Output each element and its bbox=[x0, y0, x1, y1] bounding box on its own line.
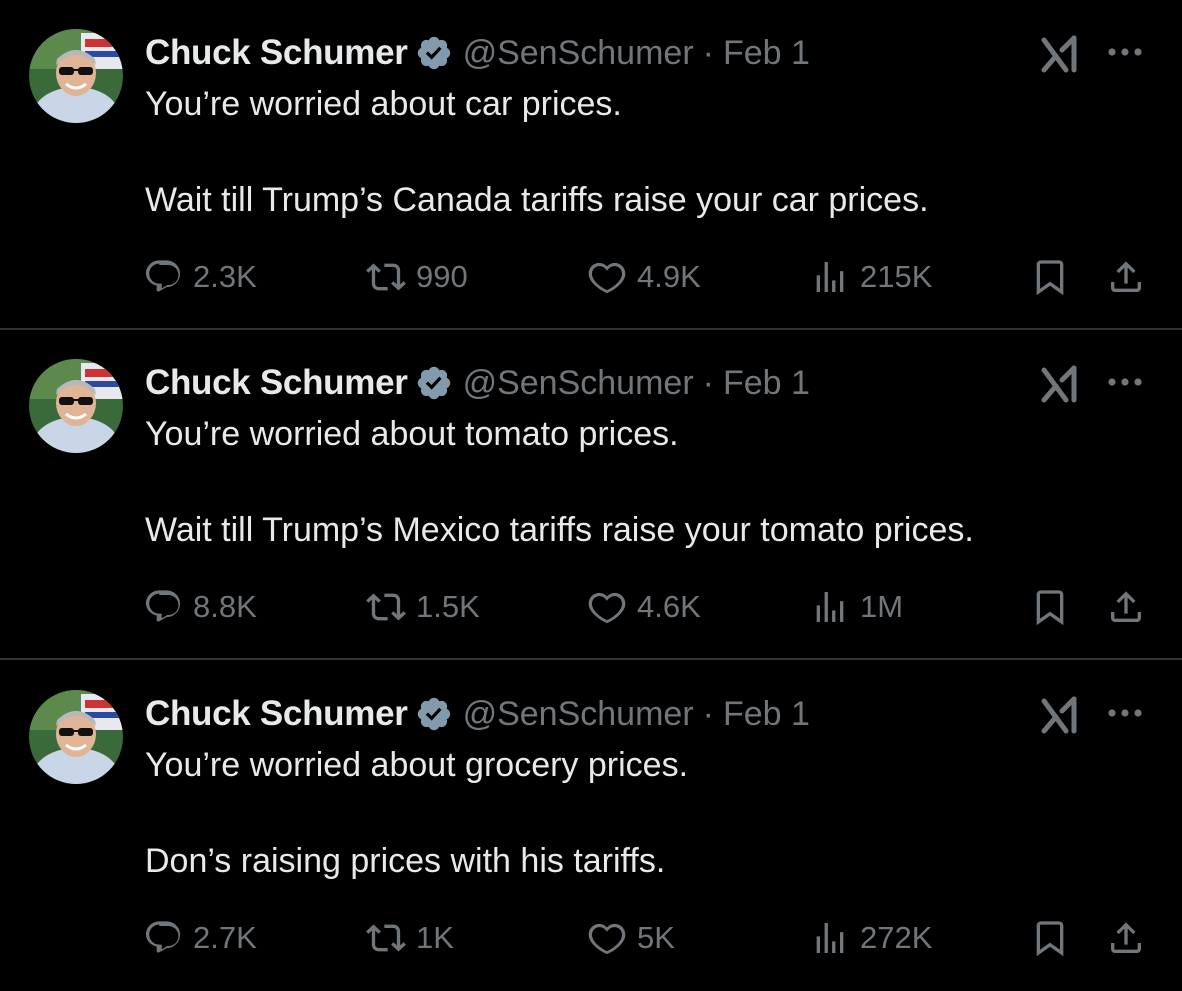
like-count: 5K bbox=[637, 920, 675, 955]
separator-dot: · bbox=[702, 363, 714, 402]
tweet[interactable]: Chuck Schumer @SenSchumer · Feb 1 You’re… bbox=[0, 661, 1182, 991]
avatar[interactable] bbox=[29, 359, 123, 453]
reply-count: 2.3K bbox=[193, 259, 257, 294]
tweet-date[interactable]: Feb 1 bbox=[723, 364, 810, 403]
author-handle[interactable]: @SenSchumer bbox=[463, 34, 694, 73]
reply-icon bbox=[145, 590, 181, 622]
reply-button[interactable]: 8.8K bbox=[143, 582, 257, 632]
more-options-icon[interactable] bbox=[1105, 45, 1145, 59]
like-icon bbox=[588, 592, 626, 624]
tweet-date[interactable]: Feb 1 bbox=[723, 695, 810, 734]
tweet-header: Chuck Schumer @SenSchumer · Feb 1 bbox=[145, 691, 810, 737]
share-button[interactable] bbox=[1106, 582, 1146, 632]
like-icon bbox=[588, 923, 626, 955]
tweet-actions: 2.3K 990 4.9K 215K bbox=[0, 252, 1182, 302]
bookmark-button[interactable] bbox=[1030, 252, 1070, 302]
verified-badge-icon bbox=[417, 366, 450, 400]
tweet-text-line: You’re worried about car prices. bbox=[145, 85, 622, 123]
verified-badge-icon bbox=[417, 697, 450, 731]
views-button[interactable]: 215K bbox=[810, 252, 932, 302]
tweet-date[interactable]: Feb 1 bbox=[723, 34, 810, 73]
repost-button[interactable]: 1.5K bbox=[366, 582, 480, 632]
reply-button[interactable]: 2.3K bbox=[143, 252, 257, 302]
reply-count: 2.7K bbox=[193, 920, 257, 955]
repost-count: 990 bbox=[416, 259, 468, 294]
view-count: 1M bbox=[860, 589, 904, 624]
more-options-icon[interactable] bbox=[1105, 375, 1145, 389]
reply-icon bbox=[145, 921, 181, 953]
reply-icon bbox=[145, 260, 181, 292]
like-button[interactable]: 5K bbox=[587, 913, 675, 963]
tweet-header: Chuck Schumer @SenSchumer · Feb 1 bbox=[145, 360, 810, 406]
repost-icon bbox=[366, 263, 406, 291]
reply-button[interactable]: 2.7K bbox=[143, 913, 257, 963]
tweet[interactable]: Chuck Schumer @SenSchumer · Feb 1 You’re… bbox=[0, 0, 1182, 330]
tweet-header: Chuck Schumer @SenSchumer · Feb 1 bbox=[145, 30, 810, 76]
bookmark-button[interactable] bbox=[1030, 913, 1070, 963]
grok-icon[interactable] bbox=[1040, 695, 1080, 735]
tweet-actions: 2.7K 1K 5K 272K bbox=[0, 913, 1182, 963]
tweet-text-line: You’re worried about grocery prices. bbox=[145, 746, 689, 784]
tweet-text-line: Wait till Trump’s Canada tariffs raise y… bbox=[145, 181, 929, 219]
tweet-text-line: Don’s raising prices with his tariffs. bbox=[145, 842, 666, 880]
grok-icon[interactable] bbox=[1040, 34, 1080, 74]
tweet-actions: 8.8K 1.5K 4.6K 1M bbox=[0, 582, 1182, 632]
views-button[interactable]: 272K bbox=[810, 913, 932, 963]
reply-count: 8.8K bbox=[193, 589, 257, 624]
views-icon bbox=[816, 923, 844, 953]
verified-badge-icon bbox=[417, 36, 450, 70]
view-count: 272K bbox=[860, 920, 933, 955]
more-options-icon[interactable] bbox=[1105, 706, 1145, 720]
repost-icon bbox=[366, 593, 406, 621]
avatar[interactable] bbox=[29, 29, 123, 123]
author-handle[interactable]: @SenSchumer bbox=[463, 364, 694, 403]
like-count: 4.6K bbox=[637, 589, 701, 624]
like-count: 4.9K bbox=[637, 259, 701, 294]
views-icon bbox=[816, 262, 844, 292]
tweet-text: You’re worried about car prices. Wait ti… bbox=[145, 82, 1142, 222]
repost-button[interactable]: 990 bbox=[366, 252, 468, 302]
author-name[interactable]: Chuck Schumer bbox=[145, 694, 408, 734]
author-name[interactable]: Chuck Schumer bbox=[145, 363, 408, 403]
bookmark-button[interactable] bbox=[1030, 582, 1070, 632]
repost-icon bbox=[366, 924, 406, 952]
tweet[interactable]: Chuck Schumer @SenSchumer · Feb 1 You’re… bbox=[0, 330, 1182, 660]
bookmark-icon bbox=[1036, 921, 1064, 957]
tweet-text-line: You’re worried about tomato prices. bbox=[145, 415, 679, 453]
share-icon bbox=[1111, 591, 1141, 622]
grok-icon[interactable] bbox=[1040, 364, 1080, 404]
repost-count: 1K bbox=[416, 920, 454, 955]
author-name[interactable]: Chuck Schumer bbox=[145, 33, 408, 73]
share-icon bbox=[1111, 261, 1141, 292]
like-icon bbox=[588, 262, 626, 294]
repost-button[interactable]: 1K bbox=[366, 913, 454, 963]
bookmark-icon bbox=[1036, 260, 1064, 296]
share-button[interactable] bbox=[1106, 252, 1146, 302]
views-icon bbox=[816, 592, 844, 622]
tweet-text-line: Wait till Trump’s Mexico tariffs raise y… bbox=[145, 511, 974, 549]
separator-dot: · bbox=[702, 33, 714, 72]
repost-count: 1.5K bbox=[416, 589, 480, 624]
avatar[interactable] bbox=[29, 690, 123, 784]
tweet-text: You’re worried about grocery prices. Don… bbox=[145, 743, 1142, 883]
like-button[interactable]: 4.6K bbox=[587, 582, 701, 632]
tweet-divider bbox=[0, 658, 1182, 660]
views-button[interactable]: 1M bbox=[810, 582, 903, 632]
author-handle[interactable]: @SenSchumer bbox=[463, 695, 694, 734]
share-icon bbox=[1111, 922, 1141, 953]
bookmark-icon bbox=[1036, 590, 1064, 626]
view-count: 215K bbox=[860, 259, 933, 294]
tweet-text: You’re worried about tomato prices. Wait… bbox=[145, 412, 1142, 552]
tweet-feed: Chuck Schumer @SenSchumer · Feb 1 You’re… bbox=[0, 0, 1182, 976]
separator-dot: · bbox=[702, 694, 714, 733]
like-button[interactable]: 4.9K bbox=[587, 252, 701, 302]
share-button[interactable] bbox=[1106, 913, 1146, 963]
